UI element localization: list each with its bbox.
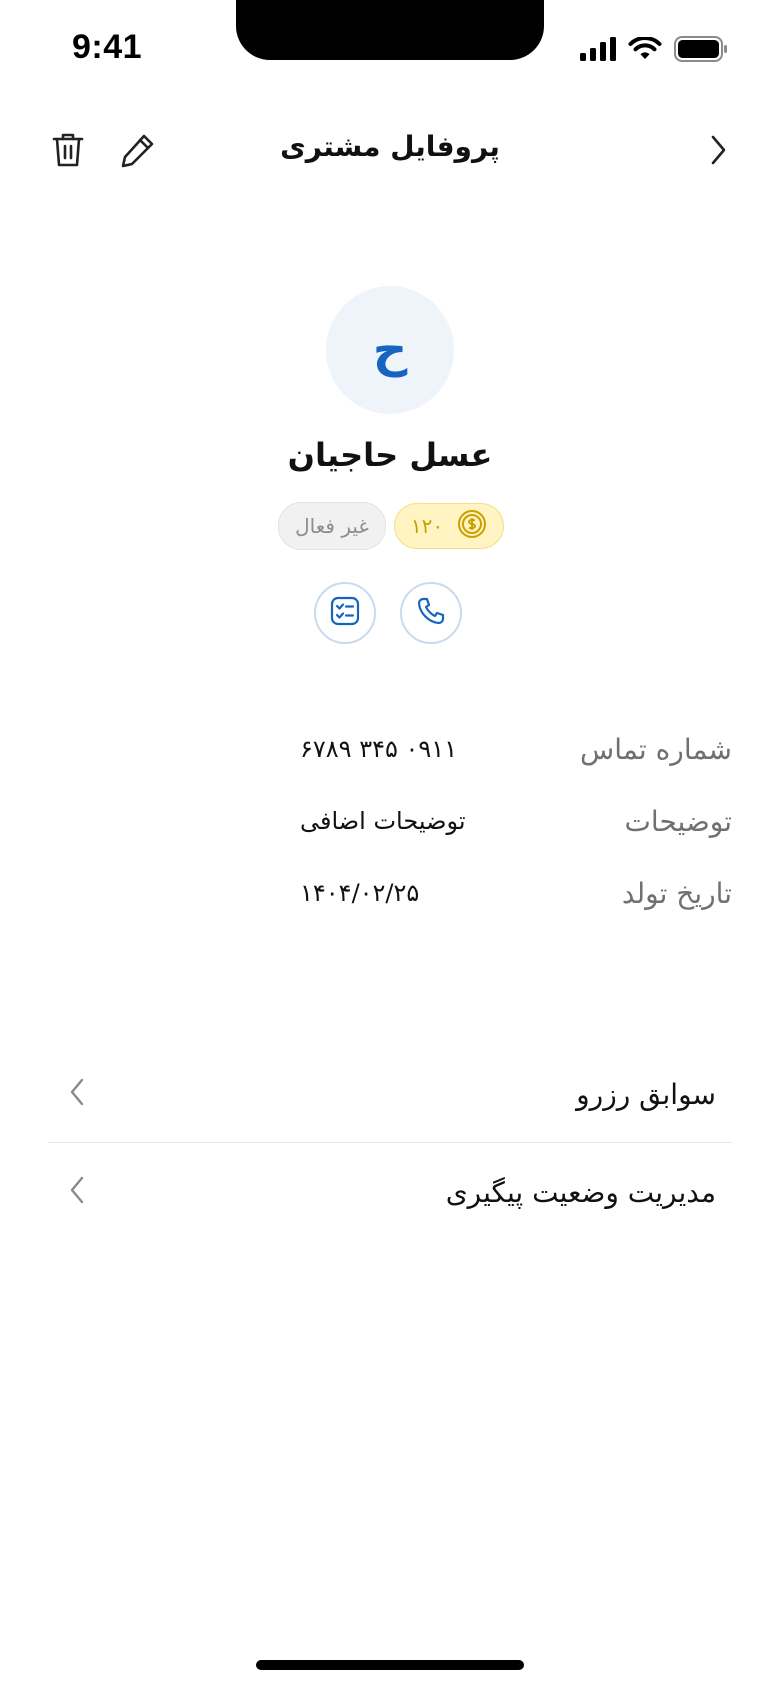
avatar: ح bbox=[326, 286, 454, 414]
checklist-button[interactable] bbox=[314, 582, 376, 644]
profile-badges: غیر فعال ۱۲۰ bbox=[278, 502, 504, 550]
info-row-phone: شماره تماس ۰۹۱۱ ۳۴۵ ۶۷۸۹ bbox=[300, 724, 732, 774]
menu-item-reservation-history[interactable]: سوابق رزرو bbox=[48, 1046, 732, 1142]
menu-item-label: سوابق رزرو bbox=[576, 1077, 716, 1111]
chevron-left-icon bbox=[48, 1077, 86, 1111]
home-indicator bbox=[256, 1660, 524, 1670]
status-bar: 9:41 bbox=[0, 0, 780, 100]
coin-icon bbox=[457, 509, 487, 544]
chevron-right-icon bbox=[708, 134, 728, 170]
phone-icon bbox=[416, 596, 446, 630]
info-label: توضیحات bbox=[624, 804, 732, 838]
points-value: ۱۲۰ bbox=[410, 514, 444, 538]
menu-divider bbox=[48, 1142, 732, 1143]
device-notch bbox=[236, 0, 544, 60]
chevron-left-icon bbox=[48, 1175, 86, 1209]
status-icons bbox=[580, 36, 728, 66]
info-value: توضیحات اضافی bbox=[300, 807, 466, 835]
info-value: ۰۹۱۱ ۳۴۵ ۶۷۸۹ bbox=[300, 735, 458, 763]
quick-actions bbox=[314, 582, 462, 644]
top-app-bar: پروفایل مشتری bbox=[0, 110, 780, 190]
customer-name: عسل حاجیان bbox=[287, 436, 493, 474]
info-row-birthdate: تاریخ تولد ۱۴۰۴/۰۲/۲۵ bbox=[300, 868, 732, 918]
wifi-icon bbox=[628, 36, 662, 65]
call-button[interactable] bbox=[400, 582, 462, 644]
cellular-signal-icon bbox=[580, 37, 616, 65]
info-label: شماره تماس bbox=[580, 732, 732, 766]
menu-item-follow-up-status[interactable]: مدیریت وضعیت پیگیری bbox=[48, 1144, 732, 1240]
status-time: 9:41 bbox=[72, 28, 143, 66]
info-value: ۱۴۰۴/۰۲/۲۵ bbox=[300, 879, 420, 907]
battery-icon bbox=[674, 36, 728, 66]
back-button[interactable] bbox=[696, 130, 740, 174]
checklist-icon bbox=[329, 595, 361, 631]
info-label: تاریخ تولد bbox=[621, 876, 732, 910]
page-title: پروفایل مشتری bbox=[280, 130, 500, 163]
status-badge: غیر فعال bbox=[278, 502, 386, 550]
menu-item-label: مدیریت وضعیت پیگیری bbox=[445, 1175, 716, 1209]
points-badge: ۱۲۰ bbox=[394, 503, 504, 549]
info-row-notes: توضیحات توضیحات اضافی bbox=[300, 796, 732, 846]
